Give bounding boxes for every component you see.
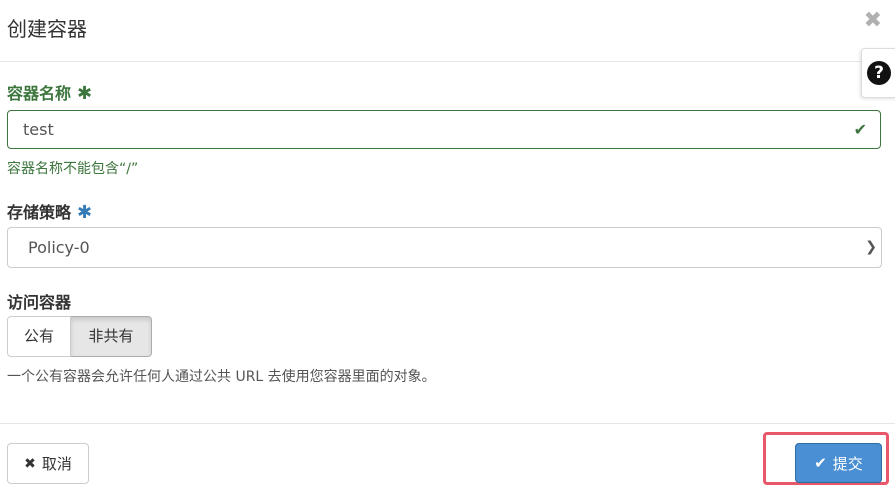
dialog-title: 创建容器: [7, 17, 87, 41]
submit-button[interactable]: ✔ 提交: [795, 443, 882, 483]
close-icon: ✖: [24, 455, 36, 472]
help-button[interactable]: ?: [861, 48, 895, 98]
check-icon: ✔: [814, 454, 827, 472]
dialog-footer: [0, 423, 895, 424]
cancel-button[interactable]: ✖ 取消: [7, 443, 89, 484]
submit-label: 提交: [832, 454, 863, 473]
access-public-button[interactable]: 公有: [7, 316, 71, 357]
required-asterisk-icon: ✱: [77, 202, 93, 223]
check-icon: ✔: [853, 120, 867, 139]
container-name-help: 容器名称不能包含“/”: [7, 161, 139, 177]
storage-policy-selected: Policy-0: [28, 238, 90, 257]
question-circle-icon: ?: [867, 61, 891, 85]
dialog-header: 创建容器 ✖: [0, 0, 895, 62]
required-asterisk-icon: ✱: [77, 83, 93, 104]
container-name-label: 容器名称 ✱: [7, 80, 92, 104]
storage-policy-select[interactable]: Policy-0 ❯: [7, 227, 882, 268]
container-name-label-text: 容器名称: [7, 84, 72, 103]
container-name-input[interactable]: test ✔: [7, 110, 881, 149]
access-toggle-group: 公有 非共有: [7, 316, 152, 357]
container-access-label: 访问容器: [7, 293, 72, 312]
cancel-label: 取消: [41, 455, 72, 473]
container-name-value: test: [23, 120, 54, 139]
chevron-down-icon: ❯: [865, 239, 877, 255]
storage-policy-label-text: 存储策略: [7, 203, 72, 222]
access-private-button[interactable]: 非共有: [71, 316, 152, 357]
storage-policy-label: 存储策略 ✱: [7, 199, 92, 223]
container-access-help: 一个公有容器会允许任何人通过公共 URL 去使用您容器里面的对象。: [7, 369, 436, 385]
close-icon[interactable]: ✖: [864, 8, 882, 33]
